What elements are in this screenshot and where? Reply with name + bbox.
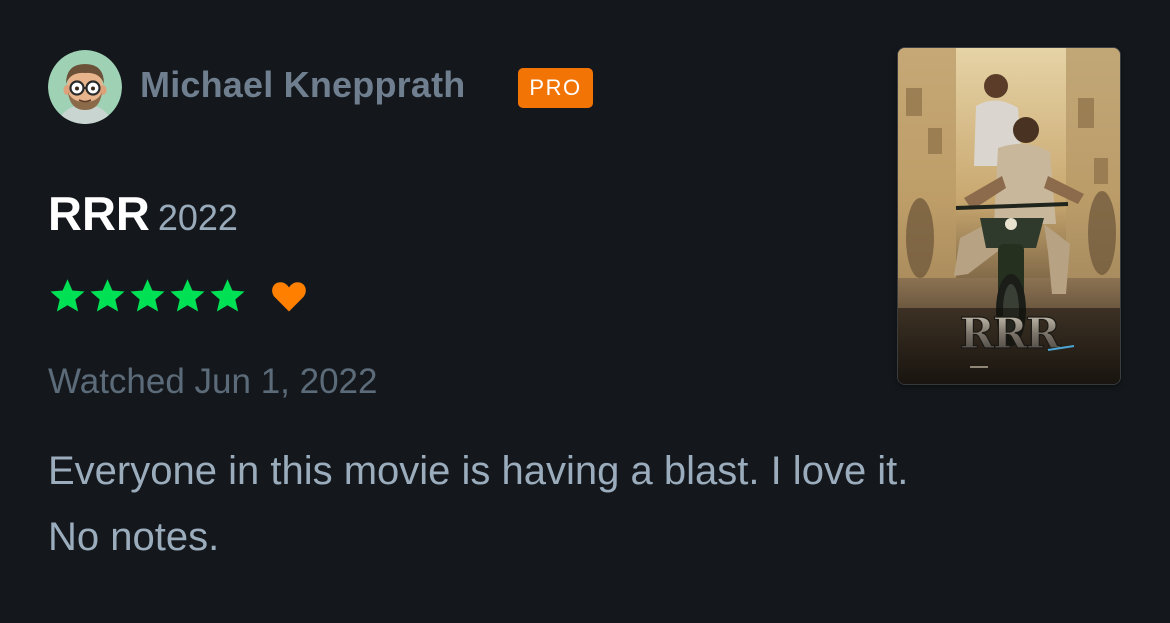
username-link[interactable]: Michael Knepprath: [140, 64, 465, 106]
poster-logo: RRR: [960, 309, 1062, 358]
film-year-link[interactable]: 2022: [158, 197, 238, 238]
star-icon: [170, 279, 205, 312]
film-title-link[interactable]: RRR: [48, 187, 150, 240]
star-icon: [210, 279, 245, 312]
rating: [48, 278, 308, 314]
star-icon: [130, 279, 165, 312]
review-body: Everyone in this movie is having a blast…: [48, 438, 1108, 570]
star-icon: [90, 279, 125, 312]
avatar[interactable]: [48, 50, 122, 124]
pro-badge: PRO: [518, 68, 593, 108]
film-poster[interactable]: RRR: [898, 48, 1120, 384]
review-card: Michael Knepprath PRO RRR 2022 Watched Ju…: [0, 0, 1170, 623]
heart-icon: [272, 282, 306, 312]
review-text-line: Everyone in this movie is having a blast…: [48, 449, 909, 493]
watched-date: Watched Jun 1, 2022: [48, 362, 378, 401]
star-icon: [50, 279, 85, 312]
film-heading: RRR 2022: [48, 186, 238, 241]
review-text-line: No notes.: [48, 515, 220, 559]
